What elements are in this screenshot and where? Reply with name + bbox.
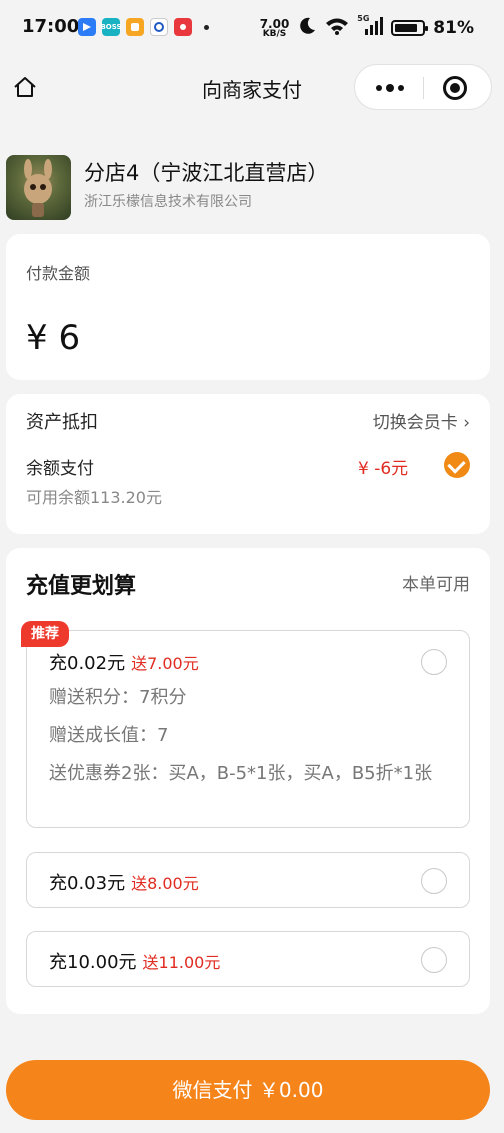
- balance-checkbox-checked-icon[interactable]: [444, 452, 470, 478]
- balance-pay-label: 余额支付: [26, 459, 94, 479]
- recharge-option[interactable]: 推荐 充0.02元 送7.00元 赠送积分：7积分 赠送成长值：7 送优惠券2张：…: [21, 621, 470, 828]
- amount-value: ¥ 6: [26, 318, 81, 358]
- amount-card: 付款金额 ¥ 6: [6, 234, 490, 380]
- bank-app-icon: [150, 18, 168, 36]
- signal-icon: 5G: [357, 14, 384, 40]
- amount-label: 付款金额: [26, 264, 91, 283]
- recharge-detail-points: 赠送积分：7积分: [49, 687, 187, 708]
- switch-member-card-link[interactable]: 切换会员卡 ›: [373, 408, 470, 433]
- available-balance: 可用余额113.20元: [26, 488, 162, 507]
- more-icon[interactable]: [373, 78, 407, 98]
- recharge-option[interactable]: 充10.00元 送11.00元: [26, 931, 470, 987]
- asset-deduction-title: 资产抵扣: [26, 412, 98, 433]
- recharge-gift: 送8.00元: [131, 874, 199, 893]
- wifi-icon: [325, 17, 349, 39]
- recharge-radio[interactable]: [421, 947, 447, 973]
- battery-percent: 81%: [433, 18, 474, 38]
- recommend-badge: 推荐: [21, 621, 69, 647]
- wechat-pay-button[interactable]: 微信支付 ￥0.00: [6, 1060, 490, 1120]
- company-name: 浙江乐檬信息技术有限公司: [84, 194, 252, 210]
- store-name: 分店4（宁波江北直营店）: [84, 161, 329, 185]
- merchant-avatar: [6, 155, 71, 220]
- nav-bar: 向商家支付: [0, 56, 504, 120]
- recharge-radio[interactable]: [421, 868, 447, 894]
- merchant-info: 分店4（宁波江北直营店） 浙江乐檬信息技术有限公司: [6, 155, 496, 221]
- recharge-gift: 送11.00元: [142, 953, 221, 972]
- boss-app-icon: BOSS: [100, 18, 122, 36]
- red-app-icon: [174, 18, 192, 36]
- asset-deduction-card: 资产抵扣 切换会员卡 › 余额支付 ¥ -6元 可用余额113.20元: [6, 394, 490, 534]
- miniprogram-capsule: [354, 64, 492, 110]
- recharge-option-main: 充0.03元 送8.00元: [49, 873, 199, 894]
- flow-app-icon: [78, 18, 96, 36]
- battery-icon: [391, 20, 429, 36]
- notification-icons: BOSS: [78, 18, 209, 36]
- recharge-gift: 送7.00元: [131, 654, 199, 673]
- recharge-detail-growth: 赠送成长值：7: [49, 725, 169, 746]
- close-miniprogram-icon[interactable]: [443, 76, 467, 100]
- balance-deduct-amount: ¥ -6元: [358, 459, 409, 479]
- recharge-option-main: 充10.00元 送11.00元: [49, 952, 221, 973]
- network-speed: 7.00 KB/S: [259, 16, 290, 39]
- recharge-title: 充值更划算: [26, 574, 137, 599]
- more-notifications-dot: [204, 24, 209, 30]
- recharge-availability: 本单可用: [402, 575, 470, 595]
- recharge-option-main: 充0.02元 送7.00元: [49, 653, 199, 674]
- recharge-card: 充值更划算 本单可用 推荐 充0.02元 送7.00元 赠送积分：7积分 赠送成长…: [6, 548, 490, 1014]
- recharge-option[interactable]: 充0.03元 送8.00元: [26, 852, 470, 908]
- recharge-detail-coupons: 送优惠券2张：买A，B-5*1张，买A，B5折*1张: [49, 763, 433, 784]
- status-bar: 17:00 BOSS 7.00 KB/S 5G 81%: [0, 0, 504, 56]
- capsule-divider: [423, 77, 424, 99]
- status-time: 17:00: [22, 16, 80, 37]
- moon-icon: [297, 16, 317, 40]
- recharge-radio[interactable]: [421, 649, 447, 675]
- yellow-app-icon: [126, 18, 144, 36]
